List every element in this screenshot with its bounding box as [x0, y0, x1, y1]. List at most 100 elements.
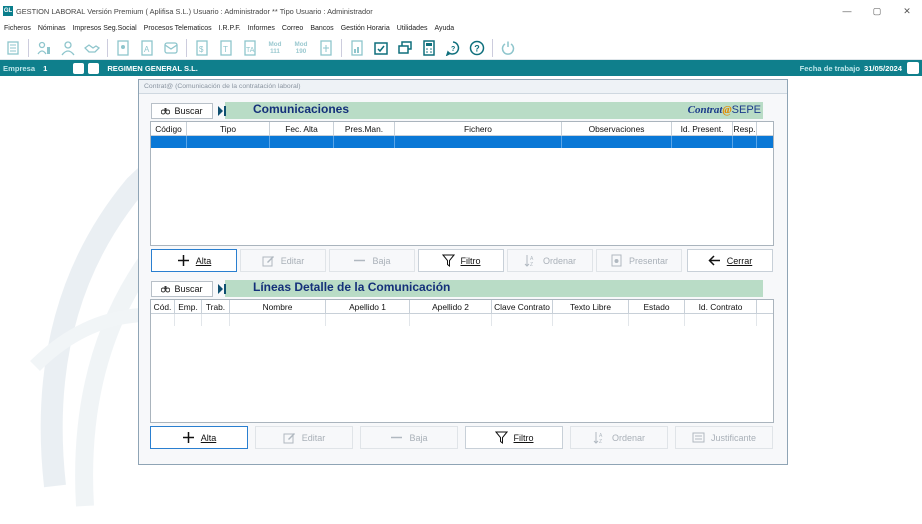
filter-icon	[441, 254, 455, 267]
ordenar-button[interactable]: AZ Ordenar	[570, 426, 668, 449]
mail-icon[interactable]	[162, 39, 180, 57]
logo-contrat-text: Contrat	[687, 104, 723, 116]
company-icon[interactable]	[4, 39, 22, 57]
filtro-button[interactable]: Filtro	[465, 426, 563, 449]
maximize-button[interactable]: ▢	[862, 0, 892, 22]
col-id-present[interactable]: Id. Present.	[672, 122, 733, 135]
document-t-icon[interactable]: T	[217, 39, 235, 57]
editar-button[interactable]: Editar	[255, 426, 353, 449]
document-a-icon[interactable]: A	[138, 39, 156, 57]
col-emp[interactable]: Emp.	[175, 300, 202, 313]
go-last-icon[interactable]	[217, 104, 227, 118]
arrow-left-icon	[708, 255, 720, 266]
col-tipo[interactable]: Tipo	[187, 122, 270, 135]
baja-button[interactable]: Baja	[329, 249, 415, 272]
folder-icon[interactable]	[88, 62, 100, 74]
col-estado[interactable]: Estado	[629, 300, 685, 313]
minimize-button[interactable]: —	[832, 0, 862, 22]
menu-informes[interactable]: Informes	[248, 25, 275, 32]
window-title: GESTION LABORAL Versión Premium ( Aplifi…	[16, 6, 373, 16]
comunicaciones-header: Buscar	[151, 102, 227, 120]
cerrar-button[interactable]: Cerrar	[687, 249, 773, 272]
presentar-button[interactable]: Presentar	[596, 249, 682, 272]
calendar-check-icon[interactable]	[372, 39, 390, 57]
col-codigo[interactable]: Código	[151, 122, 187, 135]
buscar-button[interactable]: Buscar	[151, 103, 213, 119]
justificante-label: Justificante	[710, 432, 757, 443]
menu-impresos-seg-social[interactable]: Impresos Seg.Social	[72, 25, 136, 32]
buscar-button[interactable]: Buscar	[151, 281, 213, 297]
menu-ayuda[interactable]: Ayuda	[434, 25, 454, 32]
svg-text:A: A	[144, 45, 150, 54]
col-trab[interactable]: Trab.	[202, 300, 230, 313]
col-nombre[interactable]: Nombre	[230, 300, 326, 313]
toolbar-separator	[186, 38, 187, 57]
menu-bar: Ficheros Nóminas Impresos Seg.Social Pro…	[0, 22, 922, 35]
contrata-dialog: Contrat@ (Comunicación de la contratació…	[138, 79, 788, 465]
menu-irpf[interactable]: I.R.P.F.	[219, 25, 241, 32]
col-apellido-1[interactable]: Apellido 1	[326, 300, 410, 313]
handshake-icon[interactable]	[83, 39, 101, 57]
toolbar-separator	[492, 38, 493, 57]
col-resp[interactable]: Resp.	[733, 122, 757, 135]
table-row[interactable]	[151, 314, 773, 326]
document-grid-icon[interactable]	[317, 39, 335, 57]
report-icon[interactable]	[348, 39, 366, 57]
baja-label: Baja	[372, 255, 391, 266]
section-title-lineas-detalle: Líneas Detalle de la Comunicación	[253, 280, 451, 294]
help-icon[interactable]: ?	[468, 39, 486, 57]
baja-button[interactable]: Baja	[360, 426, 458, 449]
col-cod[interactable]: Cód.	[151, 300, 175, 313]
document-ta-icon[interactable]: TA	[241, 39, 259, 57]
menu-bancos[interactable]: Bancos	[310, 25, 333, 32]
alta-label: Alta	[195, 255, 212, 266]
document-icon[interactable]: $	[193, 39, 211, 57]
col-pres-man[interactable]: Pres.Man.	[334, 122, 395, 135]
monitors-icon[interactable]	[396, 39, 414, 57]
col-id-contrato[interactable]: Id. Contrato	[685, 300, 757, 313]
col-fec-alta[interactable]: Fec. Alta	[270, 122, 334, 135]
menu-correo[interactable]: Correo	[282, 25, 303, 32]
alta-button[interactable]: Alta	[150, 426, 248, 449]
filtro-label: Filtro	[460, 255, 481, 266]
editar-label: Editar	[301, 432, 326, 443]
mod-190-button[interactable]: Mod 190	[291, 39, 311, 57]
select-company-icon[interactable]	[73, 62, 85, 74]
menu-procesos-telematicos[interactable]: Procesos Telematicos	[144, 25, 212, 32]
sort-icon: AZ	[593, 432, 603, 444]
editar-button[interactable]: Editar	[240, 249, 326, 272]
menu-utilidades[interactable]: Utilidades	[397, 25, 428, 32]
buscar-label: Buscar	[174, 106, 203, 116]
filtro-button[interactable]: Filtro	[418, 249, 504, 272]
chat-help-icon[interactable]: ?	[444, 39, 462, 57]
lineas-detalle-header: Buscar	[151, 280, 227, 298]
go-last-icon[interactable]	[217, 282, 227, 296]
fecha-label: Fecha de trabajo	[799, 63, 860, 73]
worker-icon[interactable]	[59, 39, 77, 57]
document-worker-icon[interactable]	[114, 39, 132, 57]
col-fichero[interactable]: Fichero	[395, 122, 562, 135]
menu-gestion-horaria[interactable]: Gestión Horaria	[341, 25, 390, 32]
lineas-detalle-grid[interactable]: Cód. Emp. Trab. Nombre Apellido 1 Apelli…	[150, 299, 774, 423]
title-bar: GL GESTION LABORAL Versión Premium ( Apl…	[0, 0, 922, 22]
justificante-button[interactable]: Justificante	[675, 426, 773, 449]
toolbar-separator	[341, 38, 342, 57]
menu-nominas[interactable]: Nóminas	[38, 25, 66, 32]
col-clave-contrato[interactable]: Clave Contrato	[492, 300, 553, 313]
empresa-number: 1	[43, 63, 48, 73]
mod-111-button[interactable]: Mod 111	[265, 39, 285, 57]
worker-chart-icon[interactable]	[35, 39, 53, 57]
menu-ficheros[interactable]: Ficheros	[4, 25, 31, 32]
col-observaciones[interactable]: Observaciones	[562, 122, 672, 135]
calendar-icon[interactable]	[907, 62, 919, 74]
close-button[interactable]: ✕	[892, 0, 922, 22]
power-icon[interactable]	[499, 39, 517, 57]
alta-button[interactable]: Alta	[151, 249, 237, 272]
ordenar-button[interactable]: AZ Ordenar	[507, 249, 593, 272]
col-apellido-2[interactable]: Apellido 2	[410, 300, 492, 313]
comunicaciones-grid[interactable]: Código Tipo Fec. Alta Pres.Man. Fichero …	[150, 121, 774, 246]
calculator-icon[interactable]	[420, 39, 438, 57]
col-texto-libre[interactable]: Texto Libre	[553, 300, 629, 313]
plus-icon	[182, 432, 194, 443]
table-row-selected[interactable]	[151, 136, 773, 148]
